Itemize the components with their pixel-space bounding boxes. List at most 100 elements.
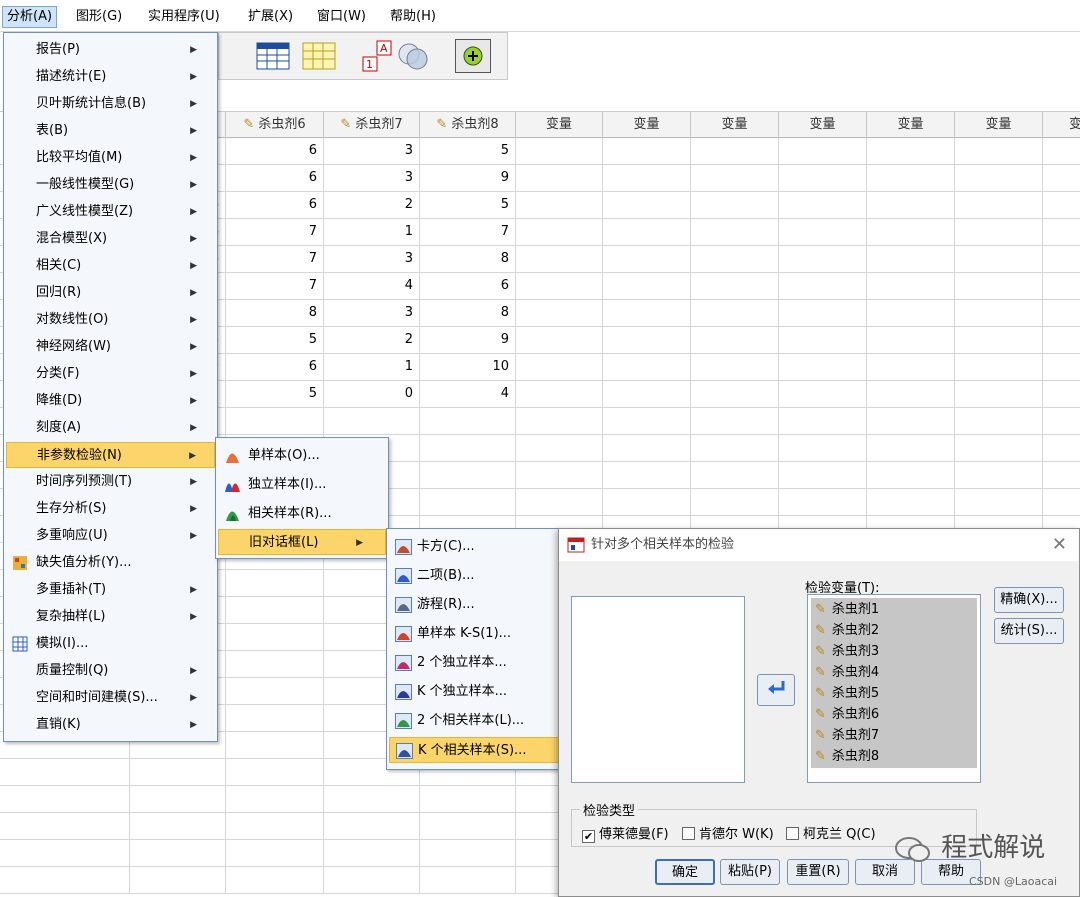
move-variable-button[interactable] — [757, 674, 795, 706]
column-header[interactable]: 变 — [1043, 112, 1080, 138]
analyze-menu-item[interactable]: 生存分析(S) ▶ — [6, 496, 215, 522]
grid-cell[interactable] — [691, 219, 779, 246]
grid-cell[interactable]: 1 — [324, 219, 420, 246]
grid-cell[interactable]: 6 — [420, 273, 516, 300]
analyze-menu-item[interactable]: 分类(F) ▶ — [6, 361, 215, 387]
grid-cell[interactable] — [420, 435, 516, 462]
analyze-menu-item[interactable]: 刻度(A) ▶ — [6, 415, 215, 441]
grid-cell[interactable] — [1043, 192, 1080, 219]
grid-cell[interactable] — [955, 381, 1043, 408]
paste-button[interactable]: 粘贴(P) — [720, 859, 780, 885]
grid-cell[interactable] — [516, 327, 603, 354]
grid-cell[interactable] — [226, 813, 324, 840]
source-variable-list[interactable] — [571, 596, 745, 783]
menu-extensions[interactable]: 扩展(X) — [244, 6, 297, 28]
grid-cell[interactable]: 4 — [420, 381, 516, 408]
grid-cell[interactable] — [779, 354, 867, 381]
grid-cell[interactable] — [867, 408, 955, 435]
menu-item-one-sample[interactable]: 单样本(O)... — [218, 443, 386, 469]
grid-cell[interactable] — [1043, 381, 1080, 408]
menu-window[interactable]: 窗口(W) — [313, 6, 370, 28]
analyze-menu-item[interactable]: 多重响应(U) ▶ — [6, 523, 215, 549]
grid-cell[interactable] — [867, 246, 955, 273]
grid-cell[interactable] — [955, 246, 1043, 273]
grid-cell[interactable] — [779, 246, 867, 273]
grid-cell[interactable] — [226, 840, 324, 867]
grid-cell[interactable] — [1043, 408, 1080, 435]
grid-cell[interactable] — [603, 192, 691, 219]
grid-cell[interactable] — [867, 327, 955, 354]
analyze-menu-item[interactable]: 报告(P) ▶ — [6, 37, 215, 63]
menu-graphs[interactable]: 图形(G) — [72, 6, 126, 28]
grid-cell[interactable] — [603, 300, 691, 327]
grid-cell[interactable] — [516, 165, 603, 192]
grid-cell[interactable] — [867, 435, 955, 462]
grid-cell[interactable] — [691, 165, 779, 192]
grid-cell[interactable] — [603, 462, 691, 489]
grid-cell[interactable] — [603, 435, 691, 462]
grid-cell[interactable] — [516, 408, 603, 435]
legacy-menu-item[interactable]: 2 个相关样本(L)... — [389, 708, 559, 734]
menu-item-related-samples[interactable]: 相关样本(R)... — [218, 501, 386, 527]
analyze-menu-item[interactable]: 神经网络(W) ▶ — [6, 334, 215, 360]
cochran-checkbox[interactable]: 柯克兰 Q(C) — [786, 823, 876, 842]
grid-cell[interactable] — [516, 192, 603, 219]
analyze-menu-item[interactable]: 模拟(I)... — [6, 631, 215, 657]
grid-cell[interactable]: 3 — [324, 246, 420, 273]
analyze-menu-item[interactable]: 时间序列预测(T) ▶ — [6, 469, 215, 495]
grid-cell[interactable] — [691, 273, 779, 300]
grid-cell[interactable] — [955, 462, 1043, 489]
grid-cell[interactable] — [603, 219, 691, 246]
test-variable-item[interactable]: ✎ 杀虫剂6 — [815, 704, 879, 725]
grid-cell[interactable] — [603, 327, 691, 354]
grid-cell[interactable]: 0 — [324, 381, 420, 408]
close-icon[interactable]: ✕ — [1052, 529, 1067, 561]
grid-cell[interactable] — [1043, 165, 1080, 192]
grid-cell[interactable] — [1043, 462, 1080, 489]
grid-cell[interactable] — [779, 165, 867, 192]
grid-cell[interactable] — [0, 813, 130, 840]
grid-cell[interactable] — [516, 435, 603, 462]
grid-cell[interactable]: 7 — [226, 219, 324, 246]
grid-cell[interactable] — [603, 408, 691, 435]
grid-cell[interactable] — [779, 273, 867, 300]
grid-cell[interactable]: 7 — [226, 273, 324, 300]
grid-cell[interactable] — [516, 381, 603, 408]
grid-cell[interactable] — [779, 192, 867, 219]
grid-cell[interactable] — [226, 759, 324, 786]
grid-cell[interactable] — [516, 246, 603, 273]
grid-cell[interactable]: 1 — [324, 354, 420, 381]
test-variable-item[interactable]: ✎ 杀虫剂8 — [815, 746, 879, 767]
grid-cell[interactable] — [603, 246, 691, 273]
analyze-menu-item[interactable]: 混合模型(X) ▶ — [6, 226, 215, 252]
grid-cell[interactable] — [867, 138, 955, 165]
grid-cell[interactable] — [0, 867, 130, 894]
grid-cell[interactable] — [867, 192, 955, 219]
grid-cell[interactable]: 7 — [420, 219, 516, 246]
grid-cell[interactable]: 2 — [324, 192, 420, 219]
grid-cell[interactable]: 9 — [420, 327, 516, 354]
grid-cell[interactable] — [420, 867, 516, 894]
grid-cell[interactable] — [324, 840, 420, 867]
menu-analyze[interactable]: 分析(A) — [2, 6, 58, 28]
grid-cell[interactable] — [0, 759, 130, 786]
grid-cell[interactable] — [1043, 435, 1080, 462]
grid-cell[interactable] — [691, 138, 779, 165]
statistics-button[interactable]: 统计(S)... — [994, 618, 1064, 644]
legacy-menu-item[interactable]: 二项(B)... — [389, 563, 559, 589]
grid-cell[interactable] — [691, 192, 779, 219]
grid-cell[interactable] — [779, 489, 867, 516]
sets-icon[interactable] — [395, 39, 431, 73]
analyze-menu-item[interactable]: 比较平均值(M) ▶ — [6, 145, 215, 171]
grid-cell[interactable] — [955, 273, 1043, 300]
add-icon[interactable] — [455, 39, 491, 73]
grid-cell[interactable] — [955, 192, 1043, 219]
grid-cell[interactable]: 8 — [226, 300, 324, 327]
grid-cell[interactable] — [1043, 273, 1080, 300]
grid-cell[interactable]: 10 — [420, 354, 516, 381]
analyze-menu-item[interactable]: 空间和时间建模(S)... ▶ — [6, 685, 215, 711]
test-variables-list[interactable]: ✎ 杀虫剂1 ✎ 杀虫剂2 ✎ 杀虫剂3 ✎ 杀虫剂4 ✎ 杀虫剂5 ✎ 杀虫剂6 ✎ 杀虫剂7 ✎ 杀虫剂8 — [807, 594, 981, 783]
grid-cell[interactable] — [130, 786, 226, 813]
legacy-menu-item[interactable]: 2 个独立样本... — [389, 650, 559, 676]
grid-cell[interactable] — [226, 786, 324, 813]
